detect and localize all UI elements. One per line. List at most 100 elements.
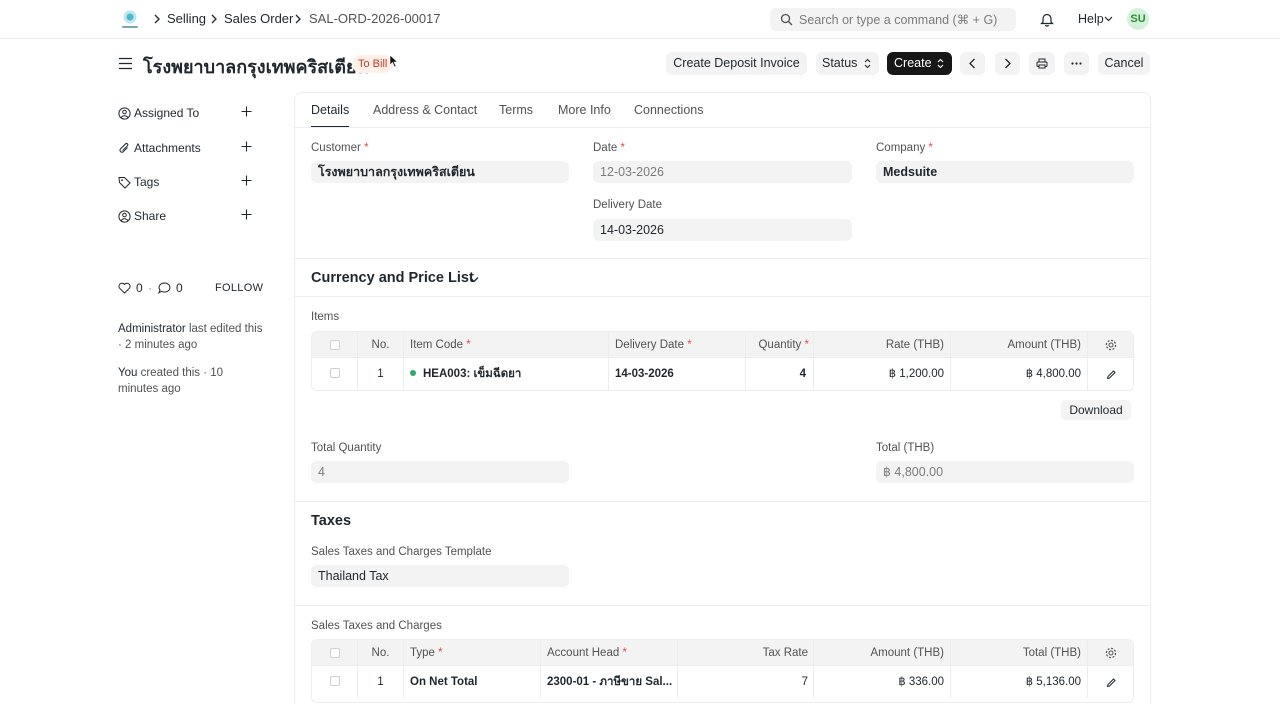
edit-icon[interactable] xyxy=(1106,369,1117,380)
more-actions-button[interactable] xyxy=(1064,52,1089,75)
section-divider xyxy=(295,258,1150,259)
breadcrumb-selling[interactable]: Selling xyxy=(167,11,206,26)
comment-icon[interactable] xyxy=(158,282,171,294)
cell-no: 1 xyxy=(377,368,384,380)
col-tax-amount: Amount (THB) xyxy=(870,647,945,659)
status-dropdown-label: Status xyxy=(822,56,858,70)
col-no: No. xyxy=(371,339,390,351)
cell-item-code[interactable]: HEA003: เข็มฉีดยา xyxy=(410,358,605,390)
tab-terms[interactable]: Terms xyxy=(499,103,533,117)
cell-tax-amount: ฿ 336.00 xyxy=(898,676,944,688)
menu-icon[interactable] xyxy=(118,57,133,70)
date-label: Date * xyxy=(593,142,625,154)
cell-account-head[interactable]: 2300-01 - ภาษีขาย Sal... xyxy=(547,666,677,698)
date-field[interactable]: 12-03-2026 xyxy=(593,161,852,183)
plus-icon[interactable] xyxy=(241,106,252,117)
sidebar-item-assigned-to[interactable]: Assigned To xyxy=(118,103,258,123)
chevron-updown-icon xyxy=(864,58,871,69)
chevron-updown-icon xyxy=(937,58,944,69)
select-all-checkbox[interactable] xyxy=(330,648,340,658)
plus-icon[interactable] xyxy=(241,175,252,186)
previous-record-button[interactable] xyxy=(960,52,985,75)
create-deposit-invoice-button[interactable]: Create Deposit Invoice xyxy=(666,52,807,75)
cancel-button[interactable]: Cancel xyxy=(1098,52,1150,75)
create-dropdown-button[interactable]: Create xyxy=(887,52,952,75)
chevron-down-icon xyxy=(1104,16,1113,22)
app-logo-icon[interactable] xyxy=(118,8,142,32)
help-menu[interactable]: Help xyxy=(1078,12,1104,26)
chevron-down-icon[interactable] xyxy=(469,276,479,283)
form-tabs: Details Address & Contact Terms More Inf… xyxy=(295,93,1150,128)
share-user-icon xyxy=(118,210,131,223)
breadcrumb-sales-order[interactable]: Sales Order xyxy=(224,11,293,26)
social-separator: · xyxy=(148,281,152,295)
currency-section-toggle[interactable]: Currency and Price List xyxy=(311,270,474,286)
download-button[interactable]: Download xyxy=(1061,400,1131,420)
total-quantity-label: Total Quantity xyxy=(311,442,382,454)
total-label: Total (THB) xyxy=(876,442,935,454)
next-record-button[interactable] xyxy=(995,52,1020,75)
sidebar-item-attachments[interactable]: Attachments xyxy=(118,138,258,158)
create-button-label: Create xyxy=(894,56,932,70)
col-no: No. xyxy=(371,647,390,659)
like-count: 0 xyxy=(136,281,143,295)
navbar: Selling Sales Order SAL-ORD-2026-00017 S… xyxy=(0,0,1280,39)
col-quantity: Quantity * xyxy=(758,339,809,351)
delivery-date-field[interactable]: 14-03-2026 xyxy=(593,219,852,241)
total-field: ฿ 4,800.00 xyxy=(876,461,1134,483)
taxes-table: No. Type * Account Head * Tax Rate Amoun… xyxy=(311,639,1134,703)
tab-details[interactable]: Details xyxy=(311,103,349,117)
gear-icon[interactable] xyxy=(1105,339,1117,351)
printer-icon xyxy=(1036,58,1048,69)
activity-item: You created this · 10 minutes ago xyxy=(118,365,263,397)
cell-tax-rate[interactable]: 7 xyxy=(677,666,808,698)
gear-icon[interactable] xyxy=(1105,647,1117,659)
company-field[interactable]: Medsuite xyxy=(876,161,1134,183)
ellipsis-icon xyxy=(1071,62,1082,65)
bell-icon[interactable] xyxy=(1040,12,1054,27)
section-divider xyxy=(295,605,1150,606)
col-type: Type * xyxy=(410,647,443,659)
tag-icon xyxy=(118,177,131,189)
sidebar-item-label: Attachments xyxy=(134,141,201,155)
activity-actor: Administrator xyxy=(118,323,186,335)
cell-no: 1 xyxy=(377,676,384,688)
cell-type[interactable]: On Net Total xyxy=(410,666,540,698)
cell-delivery-date[interactable]: 14-03-2026 xyxy=(615,358,740,390)
items-table-header: No. Item Code * Delivery Date * Quantity… xyxy=(312,332,1133,358)
col-amount: Amount (THB) xyxy=(1007,339,1082,351)
delivery-date-label: Delivery Date xyxy=(593,199,663,211)
col-tax-total: Total (THB) xyxy=(1022,647,1081,659)
table-row[interactable]: 1 HEA003: เข็มฉีดยา 14-03-2026 4 ฿ 1,200… xyxy=(312,358,1133,390)
row-checkbox[interactable] xyxy=(330,676,340,686)
taxes-table-header: No. Type * Account Head * Tax Rate Amoun… xyxy=(312,640,1133,666)
select-all-checkbox[interactable] xyxy=(330,340,340,350)
tab-more-info[interactable]: More Info xyxy=(558,103,611,117)
col-item-code: Item Code * xyxy=(410,339,471,351)
sidebar-item-tags[interactable]: Tags xyxy=(118,172,258,192)
status-badge: To Bill xyxy=(352,55,394,73)
cell-rate[interactable]: ฿ 1,200.00 xyxy=(813,358,944,390)
tax-template-field[interactable]: Thailand Tax xyxy=(311,565,569,587)
search-input[interactable]: Search or type a command (⌘ + G) xyxy=(770,8,1016,31)
row-checkbox[interactable] xyxy=(330,368,340,378)
tab-address-contact[interactable]: Address & Contact xyxy=(373,103,477,117)
plus-icon[interactable] xyxy=(241,141,252,152)
plus-icon[interactable] xyxy=(241,209,252,220)
print-button[interactable] xyxy=(1029,52,1055,75)
search-placeholder: Search or type a command (⌘ + G) xyxy=(799,13,998,27)
search-icon xyxy=(780,13,793,26)
cell-quantity[interactable]: 4 xyxy=(745,358,806,390)
customer-field[interactable]: โรงพยาบาลกรุงเทพคริสเตียน xyxy=(311,161,569,183)
table-row[interactable]: 1 On Net Total 2300-01 - ภาษีขาย Sal... … xyxy=(312,666,1133,698)
chevron-right-icon xyxy=(154,14,160,24)
follow-button[interactable]: FOLLOW xyxy=(215,282,263,294)
sidebar-item-share[interactable]: Share xyxy=(118,206,258,226)
col-tax-rate: Tax Rate xyxy=(762,647,808,659)
edit-icon[interactable] xyxy=(1106,677,1117,688)
breadcrumb-current[interactable]: SAL-ORD-2026-00017 xyxy=(309,11,441,26)
tab-connections[interactable]: Connections xyxy=(634,103,704,117)
status-dropdown[interactable]: Status xyxy=(816,52,879,75)
avatar[interactable]: SU xyxy=(1127,8,1149,30)
heart-icon[interactable] xyxy=(118,282,131,294)
